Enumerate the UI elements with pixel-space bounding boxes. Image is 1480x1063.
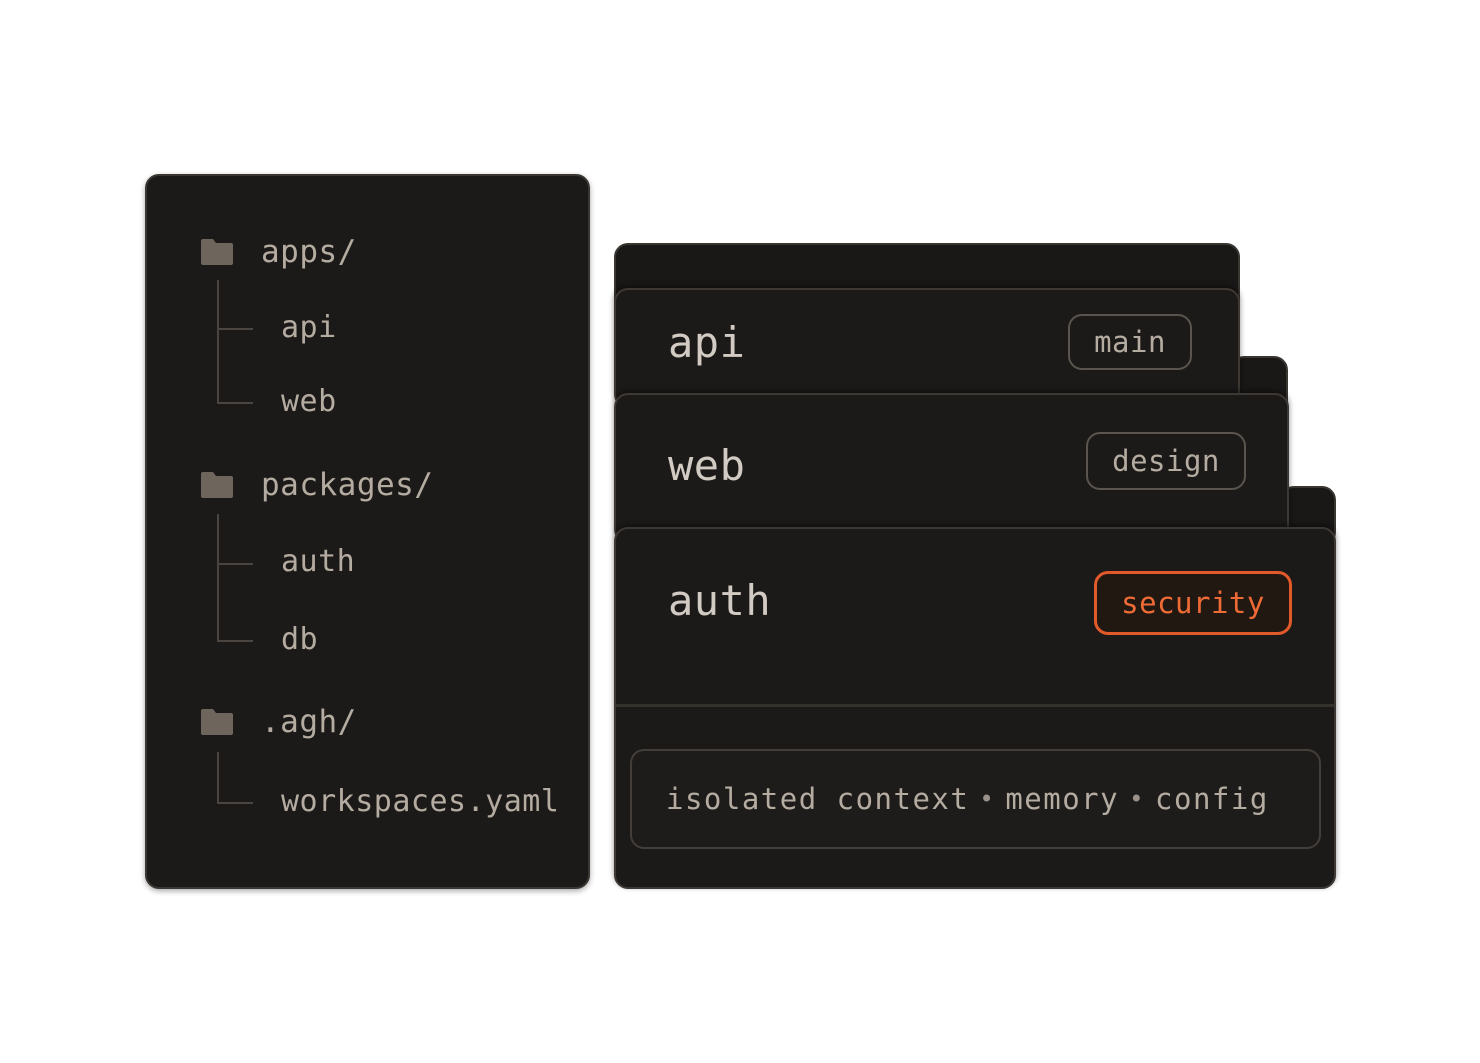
branch-tag: design [1086,432,1246,490]
tree-connector [217,752,219,804]
folder-icon [201,472,233,498]
workspace-title: api [668,318,746,367]
tree-branch [217,563,253,565]
separator-dot: • [979,785,996,813]
folder-icon [201,239,233,265]
tree-item-web[interactable]: web [281,382,337,422]
tree-branch [217,640,253,642]
tree-item-api[interactable]: api [281,308,337,348]
branch-tag-security: security [1094,571,1292,635]
separator-dot: • [1129,785,1146,813]
feature-memory: memory [1005,782,1120,816]
card-divider [616,704,1334,707]
tree-connector [217,280,219,404]
feature-config: config [1155,782,1269,816]
folder-row-apps[interactable]: apps/ [200,232,357,272]
workspace-card-api[interactable]: api main [614,288,1240,408]
tree-branch [217,802,253,804]
folder-row-packages[interactable]: packages/ [200,465,433,505]
workspace-title: web [668,441,746,490]
folder-label: apps/ [261,234,357,270]
workspace-card-web[interactable]: web design [614,393,1289,543]
workspace-card-auth[interactable]: auth security isolated context • memory … [614,527,1336,889]
branch-tag: main [1068,314,1192,370]
tree-branch [217,328,253,330]
feature-isolated-context: isolated context [666,782,970,816]
tree-connector [217,514,219,642]
folder-label: packages/ [261,467,434,503]
tree-item-auth[interactable]: auth [281,542,355,582]
workspace-title: auth [668,576,772,625]
folder-row-agh[interactable]: .agh/ [200,702,357,742]
tree-item-db[interactable]: db [281,620,318,660]
folder-icon [201,709,233,735]
tree-branch [217,402,253,404]
tree-item-workspaces-yaml[interactable]: workspaces.yaml [281,782,559,822]
file-tree-panel: apps/ api web packages/ auth db .agh/ wo… [145,174,590,889]
folder-label: .agh/ [261,704,357,740]
workspace-features-box: isolated context • memory • config [630,749,1321,849]
